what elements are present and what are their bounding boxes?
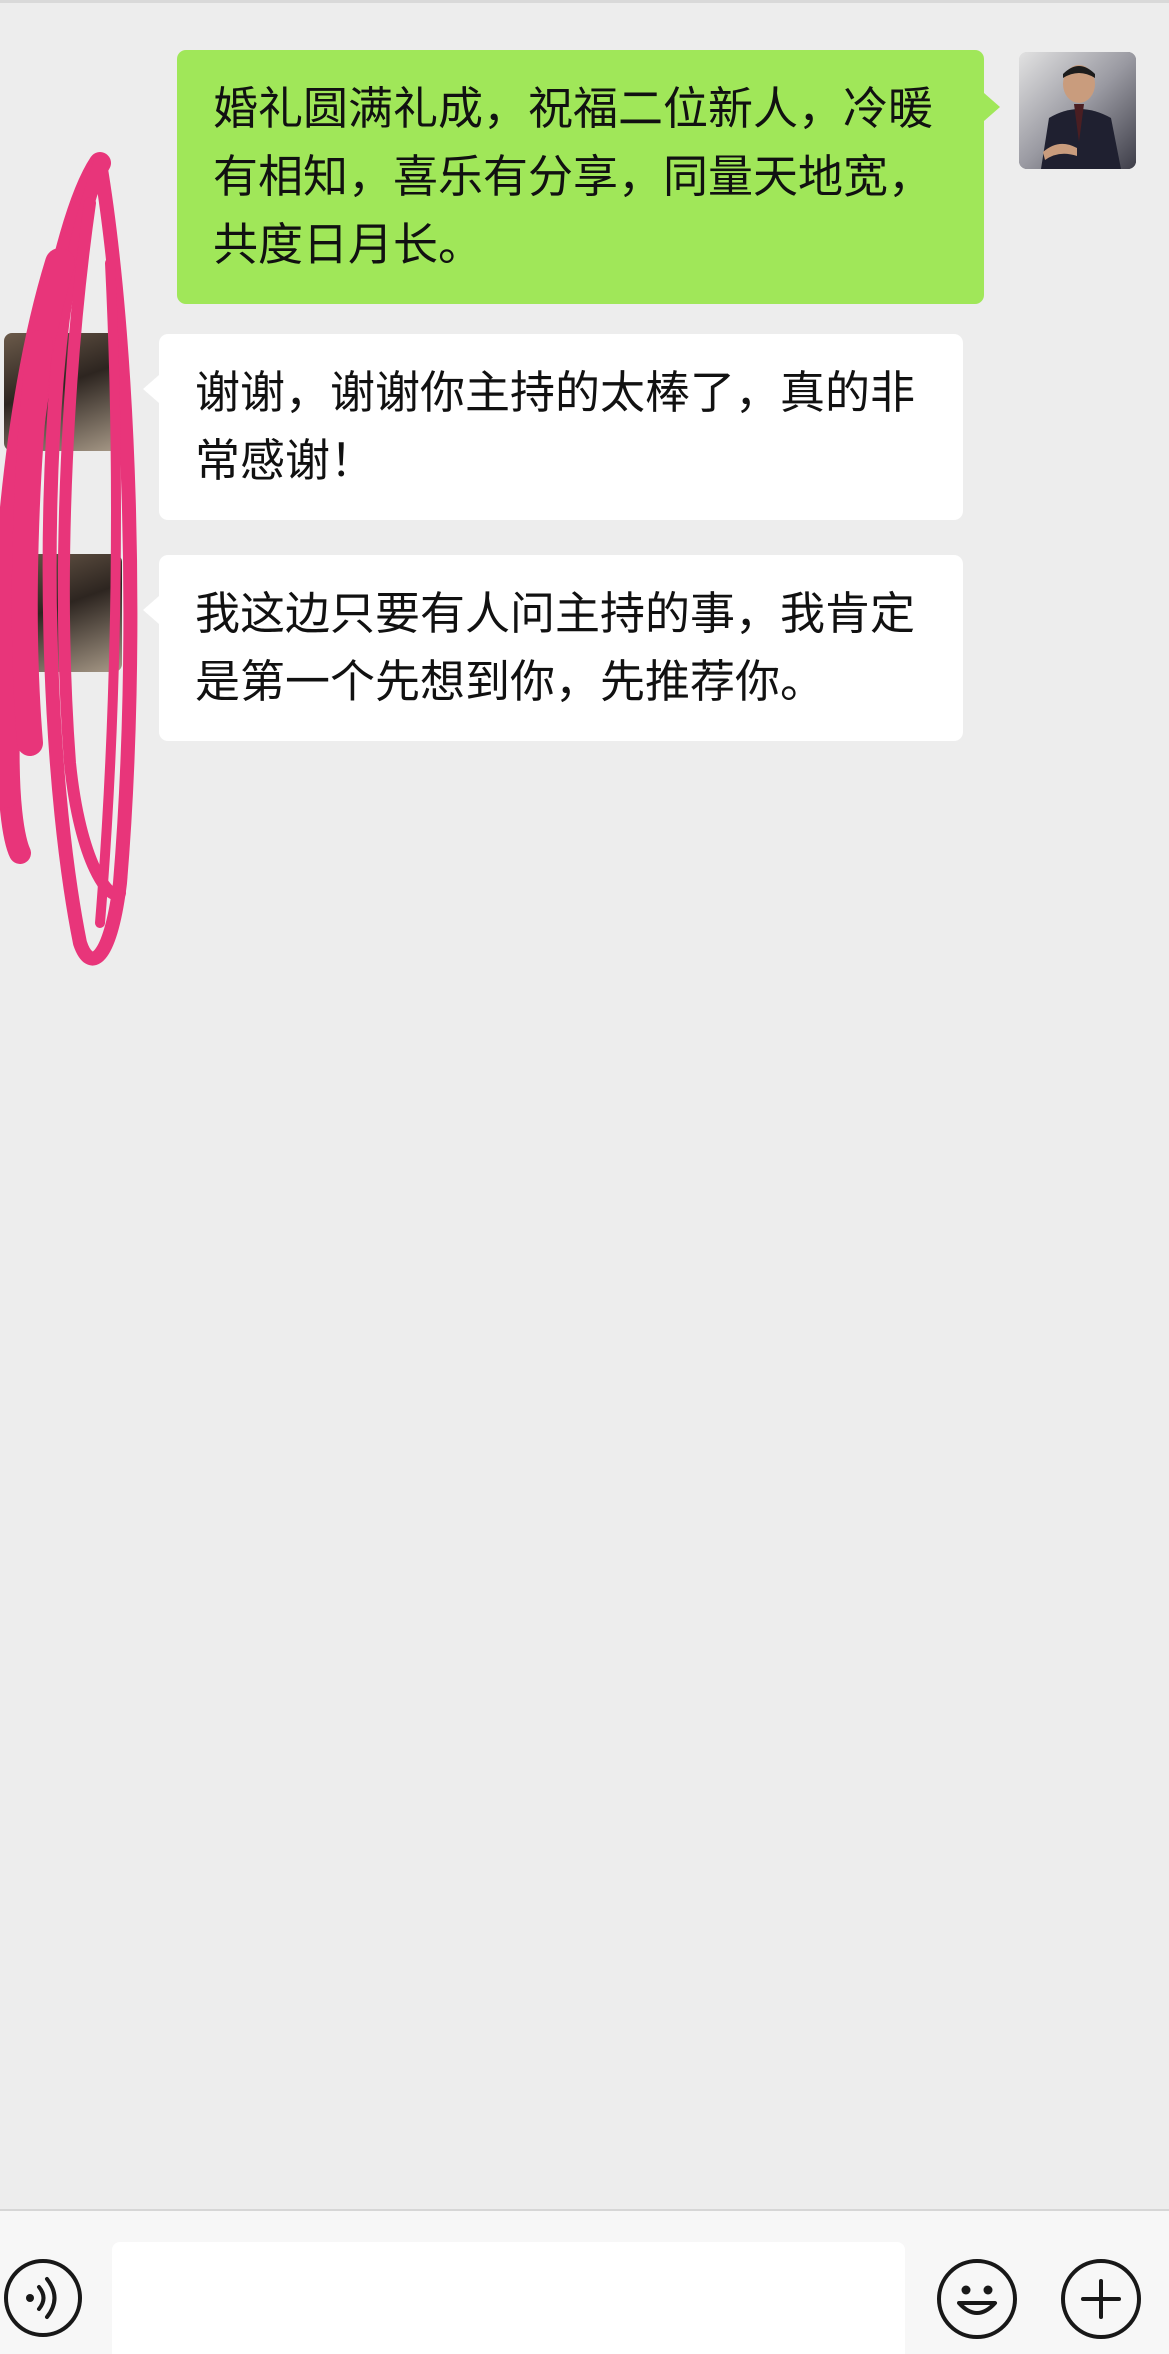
emoji-icon[interactable] — [937, 2259, 1017, 2339]
message-text: 谢谢，谢谢你主持的太棒了，真的非常感谢！ — [195, 366, 916, 487]
plus-icon[interactable] — [1061, 2259, 1141, 2339]
message-bubble-received[interactable]: 我这边只要有人问主持的事，我肯定是第一个先想到你，先推荐你。 — [159, 555, 963, 741]
message-text: 婚礼圆满礼成，祝福二位新人，冷暖有相知，喜乐有分享，同量天地宽，共度日月长。 — [213, 82, 934, 271]
self-avatar[interactable] — [1019, 52, 1136, 169]
message-text: 我这边只要有人问主持的事，我肯定是第一个先想到你，先推荐你。 — [195, 587, 916, 708]
message-list[interactable]: 婚礼圆满礼成，祝福二位新人，冷暖有相知，喜乐有分享，同量天地宽，共度日月长。 谢… — [0, 3, 1169, 2209]
sent-bubble-tail — [984, 93, 1000, 121]
chat-screen: 婚礼圆满礼成，祝福二位新人，冷暖有相知，喜乐有分享，同量天地宽，共度日月长。 谢… — [0, 0, 1169, 2354]
message-bubble-sent[interactable]: 婚礼圆满礼成，祝福二位新人，冷暖有相知，喜乐有分享，同量天地宽，共度日月长。 — [177, 50, 984, 304]
redaction-scribble — [0, 152, 138, 966]
voice-icon[interactable] — [4, 2259, 82, 2337]
message-input[interactable] — [112, 2242, 905, 2354]
message-bubble-received[interactable]: 谢谢，谢谢你主持的太棒了，真的非常感谢！ — [159, 334, 963, 520]
input-bar — [0, 2209, 1169, 2354]
